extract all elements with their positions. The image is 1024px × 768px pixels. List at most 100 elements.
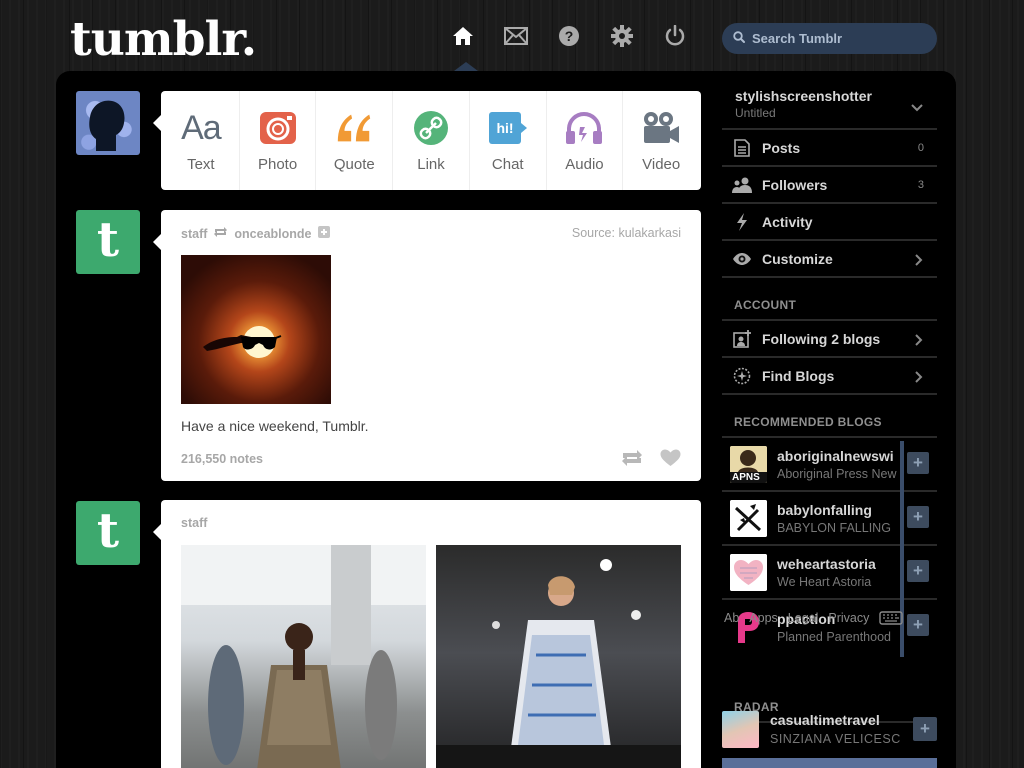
gear-icon[interactable] [609,22,635,50]
keyboard-icon[interactable] [879,611,904,628]
svg-text:hi!: hi! [496,120,513,136]
post-source: Source: kulakarkasi [571,226,681,240]
text-icon: Aa [181,108,222,147]
blog-title: BABYLON FALLING [777,520,891,535]
recommended-blog[interactable]: weheartastoria We Heart Astoria + [722,546,937,600]
document-icon [732,138,752,158]
post-photo[interactable] [436,545,681,768]
people-icon [732,175,752,195]
post-caption: Have a nice weekend, Tumblr. [181,418,369,434]
new-text-post-button[interactable]: Aa Text [163,91,240,190]
post-header: staff onceablonde [181,226,330,241]
footer-link-legal[interactable]: Legal [788,611,819,628]
follow-button[interactable]: + [907,614,929,636]
sidebar-item-posts[interactable]: Posts 0 [722,130,937,167]
chevron-down-icon [911,99,923,117]
follow-button[interactable]: + [907,452,929,474]
footer-link-apps[interactable]: Apps [749,611,778,628]
footer-link-about[interactable]: Ab [724,611,739,628]
power-icon[interactable] [662,22,688,50]
recommended-section-title: RECOMMENDED BLOGS [722,395,937,438]
post-type-label: Quote [333,156,375,173]
new-quote-post-button[interactable]: Quote [316,91,394,190]
new-link-post-button[interactable]: Link [393,91,470,190]
compass-icon [732,366,752,386]
sidebar-item-followers[interactable]: Followers 3 [722,167,937,204]
notes-count[interactable]: 216,550 notes [181,452,263,466]
post-type-label: Video [642,156,681,173]
user-avatar[interactable] [76,91,140,155]
blog-title: Planned Parenthood [777,629,891,644]
radar-image[interactable] [722,758,937,768]
top-navigation: ? [450,22,688,50]
chevron-right-icon [915,333,923,351]
post-photo[interactable] [181,255,331,404]
post-author[interactable]: staff [181,516,207,530]
account-section-title: ACCOUNT [722,278,937,321]
sidebar-item-label: Customize [762,250,833,267]
blog-title: Aboriginal Press New [777,466,897,481]
post-actions [621,448,681,468]
new-audio-post-button[interactable]: Audio [547,91,624,190]
new-chat-post-button[interactable]: hi! Chat [470,91,547,190]
lightning-icon [732,212,752,232]
chevron-right-icon [915,370,923,388]
follow-button[interactable]: + [913,717,937,741]
heart-icon[interactable] [659,448,681,468]
follow-button[interactable]: + [907,506,929,528]
blog-title: SINZIANA VELICESC [770,732,901,746]
blog-name: casualtimetravel [770,712,880,728]
quote-icon [334,108,374,148]
posts-count: 0 [917,141,924,154]
recommended-blog[interactable]: babylonfalling BABYLON FALLING + [722,492,937,546]
sidebar-item-activity[interactable]: Activity [722,204,937,241]
sidebar-item-following[interactable]: Following 2 blogs [722,321,937,358]
search-icon [733,30,745,48]
blog-title: Untitled [735,106,776,120]
new-photo-post-button[interactable]: Photo [240,91,317,190]
post-photo[interactable] [181,545,426,768]
apns-badge: APNS [732,471,760,483]
svg-text:?: ? [565,28,574,44]
camera-icon [258,108,298,148]
tumblr-logo[interactable]: tumblr. [70,12,257,67]
chat-icon: hi! [488,108,528,148]
post-type-label: Text [187,156,215,173]
sidebar-item-label: Activity [762,213,813,230]
help-icon[interactable]: ? [556,22,582,50]
follow-plus-icon[interactable] [317,226,330,241]
sidebar-item-label: Find Blogs [762,367,835,384]
sidebar-item-label: Posts [762,139,801,156]
follow-button[interactable]: + [907,560,929,582]
sidebar-item-find-blogs[interactable]: Find Blogs [722,358,937,395]
search-input[interactable] [752,31,922,46]
blog-name: stylishscreenshotter [735,88,872,104]
home-icon[interactable] [450,22,476,50]
sidebar-item-label: Following 2 blogs [762,330,881,347]
reblogged-from[interactable]: onceablonde [234,227,311,241]
followers-count: 3 [917,178,924,191]
blog-selector[interactable]: stylishscreenshotter Untitled [722,80,937,130]
search-box[interactable] [722,23,937,54]
mail-icon[interactable] [503,22,529,50]
staff-avatar[interactable]: t [76,501,140,565]
sidebar: stylishscreenshotter Untitled Posts 0 Fo… [722,80,937,654]
new-video-post-button[interactable]: Video [623,91,699,190]
sidebar-item-customize[interactable]: Customize [722,241,937,278]
video-camera-icon [641,108,681,148]
blog-avatar [730,553,767,591]
post-author[interactable]: staff [181,227,207,241]
sidebar-item-label: Followers [762,176,828,193]
recommended-blog[interactable]: APNS aboriginalnewswi Aboriginal Press N… [722,438,937,492]
add-person-icon [732,329,752,349]
chevron-right-icon [915,253,923,271]
blog-avatar: APNS [730,445,767,483]
blog-name: weheartastoria [777,555,876,572]
radar-post[interactable]: casualtimetravel SINZIANA VELICESC + [722,708,937,752]
source-link[interactable]: kulakarkasi [618,226,681,240]
staff-avatar[interactable]: t [76,210,140,274]
post-header: staff [181,516,207,530]
reblog-icon[interactable] [621,448,643,468]
footer-link-privacy[interactable]: Privacy [828,611,869,628]
reblog-small-icon [213,226,228,241]
